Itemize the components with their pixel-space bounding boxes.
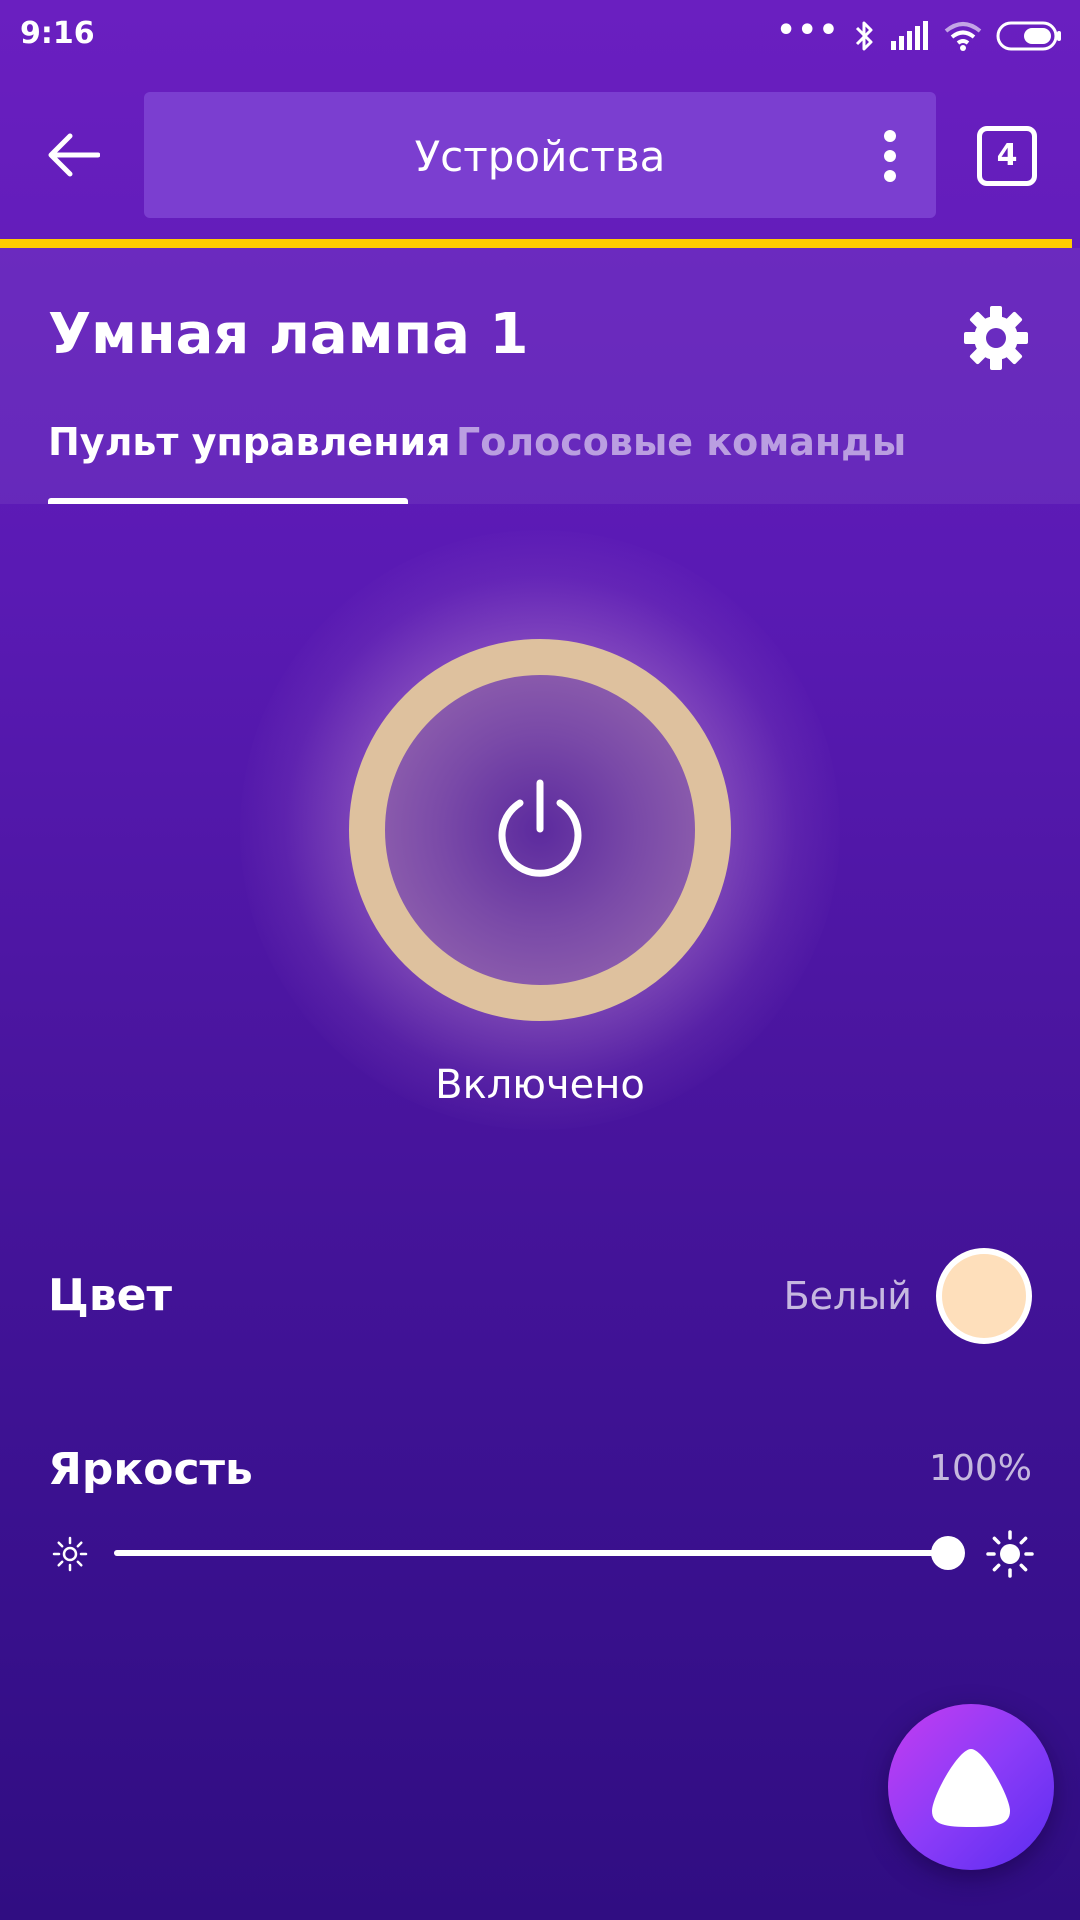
battery-icon	[996, 21, 1061, 51]
power-button[interactable]	[349, 639, 731, 1021]
brightness-slider[interactable]	[114, 1550, 948, 1556]
color-swatch[interactable]	[936, 1248, 1032, 1344]
status-time: 9:16	[20, 16, 95, 51]
device-title: Умная лампа 1	[48, 302, 529, 367]
tab-remote-control[interactable]: Пульт управления	[48, 420, 451, 464]
arrow-left-icon	[48, 133, 100, 177]
alice-assistant-button[interactable]	[888, 1704, 1054, 1870]
gear-icon[interactable]	[962, 304, 1030, 372]
slider-fill	[114, 1550, 948, 1556]
tabs-count-button[interactable]: 4	[977, 126, 1037, 186]
top-bar: Устройства 4	[0, 76, 1080, 244]
signal-icon	[891, 21, 928, 50]
brightness-label: Яркость	[48, 1444, 253, 1495]
bluetooth-icon	[855, 21, 873, 51]
more-dots-icon: •••	[776, 13, 840, 48]
color-value[interactable]: Белый	[784, 1274, 912, 1318]
page-title: Устройства	[414, 132, 666, 181]
brightness-value: 100%	[929, 1448, 1032, 1489]
power-icon	[498, 779, 582, 877]
more-vert-icon[interactable]	[880, 130, 900, 182]
status-bar: 9:16 •••	[0, 0, 1080, 76]
tab-voice-commands[interactable]: Голосовые команды	[456, 420, 906, 464]
title-bar[interactable]: Устройства	[144, 92, 936, 218]
accent-line	[0, 239, 1072, 248]
brightness-low-icon	[52, 1536, 88, 1572]
color-label: Цвет	[48, 1270, 173, 1321]
wifi-icon	[944, 22, 982, 51]
device-header: Умная лампа 1 Пульт управления Голосовые…	[0, 248, 1080, 504]
brightness-high-icon	[986, 1530, 1034, 1578]
alice-icon	[932, 1749, 1010, 1827]
slider-thumb[interactable]	[931, 1536, 965, 1570]
status-icons: •••	[776, 16, 1062, 56]
power-status: Включено	[435, 1062, 645, 1108]
back-button[interactable]	[38, 120, 108, 190]
tab-active-indicator	[48, 498, 408, 504]
